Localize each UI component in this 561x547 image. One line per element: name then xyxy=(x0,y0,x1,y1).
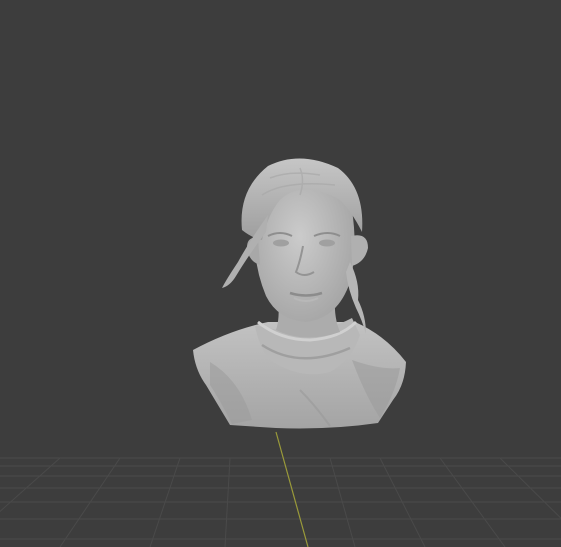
3d-viewport[interactable] xyxy=(0,0,561,547)
right-ear xyxy=(351,235,368,266)
left-eye xyxy=(273,239,289,247)
right-eye xyxy=(319,239,335,247)
bust-model[interactable] xyxy=(0,0,561,547)
